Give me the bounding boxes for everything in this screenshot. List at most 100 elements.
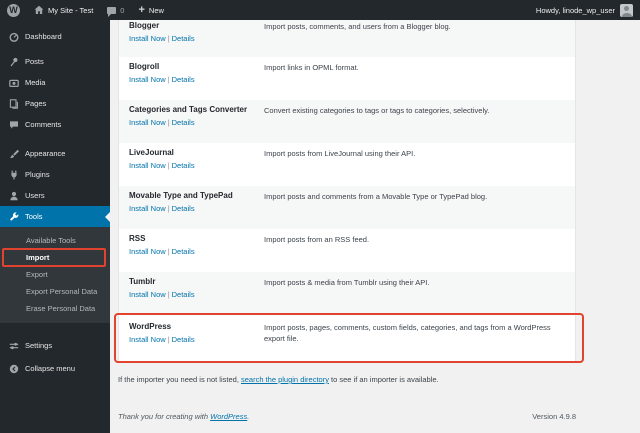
- note-text: If the importer you need is not listed,: [118, 375, 241, 384]
- importer-row-wordpress: WordPress Install Now | Details Import pos…: [114, 313, 584, 363]
- submenu-item-import[interactable]: Import: [0, 248, 110, 267]
- sidebar-item-dashboard[interactable]: Dashboard: [0, 26, 110, 47]
- sidebar-item-plugins[interactable]: Plugins: [0, 164, 110, 185]
- importer-name: Blogger: [129, 21, 160, 30]
- sidebar-item-settings[interactable]: Settings: [0, 335, 110, 356]
- wrench-icon: [8, 211, 19, 222]
- sidebar-item-media[interactable]: Media: [0, 72, 110, 93]
- settings-icon: [8, 341, 19, 351]
- site-name: My Site - Test: [48, 5, 94, 15]
- importer-description: Import posts from LiveJournal using thei…: [264, 149, 416, 158]
- main-content: Blogger Install Now | Details Import posts…: [110, 20, 640, 433]
- install-now-link[interactable]: Install Now: [129, 34, 166, 43]
- new-label: New: [148, 5, 164, 15]
- footer-thanks: Thank you for creating with WordPress.: [118, 412, 249, 421]
- note-text: to see if an importer is available.: [328, 375, 439, 384]
- importer-name: RSS: [129, 234, 146, 243]
- version-text: Version 4.9.8: [532, 412, 576, 421]
- plus-icon: +: [138, 3, 145, 16]
- details-link[interactable]: Details: [172, 335, 195, 344]
- sidebar-item-label: Plugins: [25, 170, 50, 179]
- sidebar-item-pages[interactable]: Pages: [0, 93, 110, 114]
- plug-icon: [8, 170, 19, 180]
- submenu-label: Import: [26, 253, 50, 262]
- site-menu[interactable]: My Site - Test: [27, 0, 100, 20]
- install-now-link[interactable]: Install Now: [129, 204, 166, 213]
- sidebar-item-label: Pages: [25, 99, 47, 108]
- wp-logo-button[interactable]: W: [0, 0, 27, 20]
- sidebar-item-label: Settings: [25, 341, 53, 350]
- brush-icon: [8, 149, 19, 159]
- sidebar-item-appearance[interactable]: Appearance: [0, 143, 110, 164]
- install-now-link[interactable]: Install Now: [129, 335, 166, 344]
- submenu-item-export[interactable]: Export: [0, 266, 110, 283]
- sidebar-item-label: Posts: [25, 57, 44, 66]
- submenu-label: Erase Personal Data: [26, 304, 96, 313]
- importer-row-movable-type-typepad: Movable Type and TypePad Install Now | Det…: [119, 186, 575, 229]
- dashboard-icon: [8, 32, 19, 42]
- install-now-link[interactable]: Install Now: [129, 290, 166, 299]
- importer-row-livejournal: LiveJournal Install Now | Details Import p…: [119, 143, 575, 186]
- sidebar-item-posts[interactable]: Posts: [0, 51, 110, 72]
- howdy-account-menu[interactable]: Howdy, linode_wp_user: [536, 6, 615, 15]
- importer-description: Import posts from an RSS feed.: [264, 235, 370, 244]
- search-plugin-directory-link[interactable]: search the plugin directory: [241, 375, 329, 384]
- importer-description: Import posts & media from Tumblr using t…: [264, 278, 430, 287]
- install-now-link[interactable]: Install Now: [129, 247, 166, 256]
- details-link[interactable]: Details: [172, 161, 195, 170]
- submenu-item-erase-personal-data[interactable]: Erase Personal Data: [0, 300, 110, 317]
- sidebar-item-tools[interactable]: Tools: [0, 206, 110, 227]
- annotation-import-highlight: [2, 248, 106, 267]
- submenu-item-export-personal-data[interactable]: Export Personal Data: [0, 283, 110, 300]
- admin-bar: W My Site - Test 0 + New Howdy, linode_w…: [0, 0, 640, 20]
- tools-submenu: Available Tools Import Export Export Per…: [0, 227, 110, 323]
- sidebar-item-users[interactable]: Users: [0, 185, 110, 206]
- details-link[interactable]: Details: [172, 290, 195, 299]
- collapse-arrow-icon: [8, 364, 19, 374]
- importer-description: Import posts, comments, and users from a…: [264, 22, 451, 31]
- sidebar-item-collapse-menu[interactable]: Collapse menu: [0, 358, 110, 379]
- importer-note: If the importer you need is not listed, …: [118, 375, 439, 384]
- new-menu[interactable]: + New: [131, 0, 170, 20]
- pin-icon: [8, 57, 19, 67]
- install-now-link[interactable]: Install Now: [129, 75, 166, 84]
- submenu-item-available-tools[interactable]: Available Tools: [0, 232, 110, 249]
- importer-row-tumblr: Tumblr Install Now | Details Import posts …: [119, 272, 575, 315]
- details-link[interactable]: Details: [172, 34, 195, 43]
- sidebar-item-label: Comments: [25, 120, 62, 129]
- importer-description: Import posts, pages, comments, custom fi…: [264, 323, 551, 344]
- importer-name: Blogroll: [129, 62, 160, 71]
- importer-row-blogger: Blogger Install Now | Details Import posts…: [119, 20, 575, 57]
- importer-row-rss: RSS Install Now | Details Import posts fro…: [119, 229, 575, 272]
- details-link[interactable]: Details: [172, 118, 195, 127]
- comment-icon: [8, 120, 19, 130]
- details-link[interactable]: Details: [172, 204, 195, 213]
- install-now-link[interactable]: Install Now: [129, 161, 166, 170]
- sidebar-item-label: Users: [25, 191, 45, 200]
- user-icon: [8, 191, 19, 201]
- importer-row-blogroll: Blogroll Install Now | Details Import link…: [119, 57, 575, 100]
- camera-icon: [8, 78, 19, 88]
- home-icon: [34, 5, 44, 14]
- admin-sidebar: Dashboard Posts Media Pages Comments App…: [0, 20, 110, 433]
- details-link[interactable]: Details: [172, 75, 195, 84]
- details-link[interactable]: Details: [172, 247, 195, 256]
- importer-name: Movable Type and TypePad: [129, 191, 233, 200]
- wordpress-logo-icon: W: [7, 3, 20, 17]
- importer-name: WordPress: [129, 322, 172, 331]
- submenu-label: Export Personal Data: [26, 287, 98, 296]
- sidebar-item-label: Collapse menu: [25, 364, 76, 373]
- comments-menu[interactable]: 0: [100, 0, 131, 20]
- comments-count: 0: [120, 5, 125, 15]
- avatar: [620, 3, 633, 17]
- wordpress-footer-link[interactable]: WordPress: [210, 412, 247, 421]
- importer-row-categories-tags-converter: Categories and Tags Converter Install No…: [119, 100, 575, 143]
- importer-name: LiveJournal: [129, 148, 174, 157]
- importer-description: Import links in OPML format.: [264, 63, 359, 72]
- submenu-label: Export: [26, 270, 48, 279]
- importer-name: Categories and Tags Converter: [129, 105, 248, 114]
- install-now-link[interactable]: Install Now: [129, 118, 166, 127]
- sidebar-item-comments[interactable]: Comments: [0, 114, 110, 135]
- submenu-label: Available Tools: [26, 236, 76, 245]
- importer-name: Tumblr: [129, 277, 156, 286]
